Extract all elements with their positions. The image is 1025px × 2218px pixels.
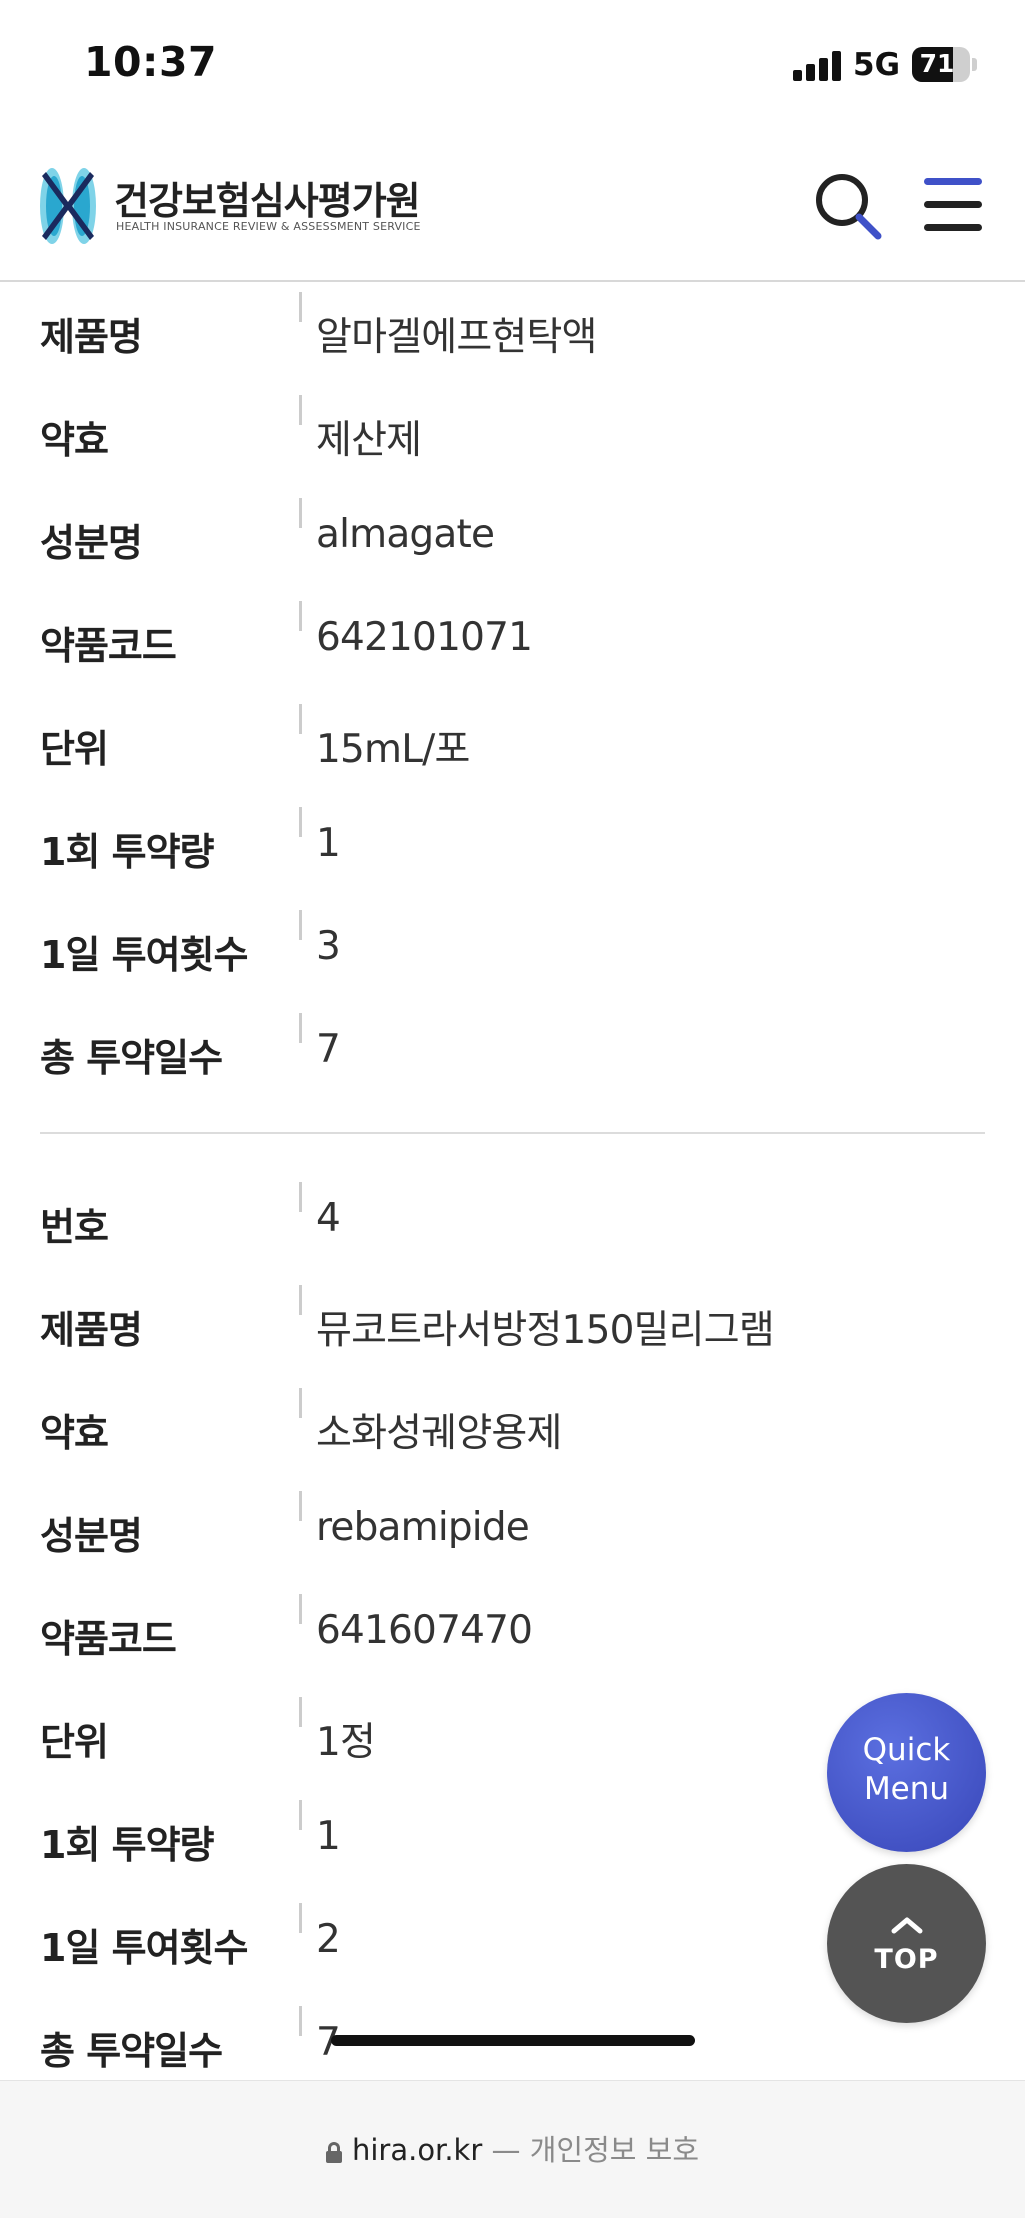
- row-label: 성분명: [40, 1514, 143, 1558]
- logo-english-text: HEALTH INSURANCE REVIEW & ASSESSMENT SER…: [116, 220, 421, 233]
- hira-logo-icon: [40, 168, 96, 244]
- row-label: 단위: [40, 727, 109, 771]
- detail-row: 1일 투여횟수 3: [0, 902, 1025, 1005]
- row-value: almagate: [316, 512, 495, 557]
- row-separator: [299, 1491, 302, 1521]
- row-separator: [299, 1013, 302, 1043]
- detail-row: 성분명 almagate: [0, 490, 1025, 593]
- menu-button[interactable]: [918, 172, 988, 238]
- row-separator: [299, 2006, 302, 2036]
- search-icon: [816, 174, 882, 240]
- url-row[interactable]: hira.or.kr — 개인정보 보호: [0, 2127, 1025, 2169]
- row-label: 번호: [40, 1205, 109, 1249]
- row-separator: [299, 1697, 302, 1727]
- row-separator: [299, 1594, 302, 1624]
- row-value: 15mL/포: [316, 727, 470, 772]
- row-label: 제품명: [40, 1308, 143, 1352]
- row-label: 약효: [40, 1411, 109, 1455]
- row-separator: [299, 601, 302, 631]
- scroll-to-top-button[interactable]: TOP: [827, 1864, 986, 2023]
- row-value: 642101071: [316, 615, 533, 660]
- row-separator: [299, 910, 302, 940]
- hira-logo[interactable]: 건강보험심사평가원 HEALTH INSURANCE REVIEW & ASSE…: [38, 158, 421, 254]
- row-label: 제품명: [40, 315, 143, 359]
- top-label: TOP: [874, 1944, 939, 1975]
- quick-menu-label-line1: Quick: [862, 1732, 951, 1768]
- screen: 10:37 5G 71 건강보험심사평가원 HEALTH INSURANCE R…: [0, 0, 1025, 2218]
- row-label: 1일 투여횟수: [40, 1926, 248, 1970]
- row-label: 1일 투여횟수: [40, 933, 248, 977]
- battery-percent: 71: [919, 49, 955, 78]
- detail-row: 1회 투약량 1: [0, 799, 1025, 902]
- row-label: 1회 투약량: [40, 830, 215, 874]
- status-time: 10:37: [84, 38, 218, 86]
- url-domain: hira.or.kr: [351, 2133, 483, 2167]
- row-label: 단위: [40, 1720, 109, 1764]
- row-value: 뮤코트라서방정150밀리그램: [316, 1308, 775, 1353]
- site-header: 건강보험심사평가원 HEALTH INSURANCE REVIEW & ASSE…: [0, 130, 1025, 282]
- status-bar: 10:37 5G 71: [0, 0, 1025, 130]
- lock-icon: [325, 2142, 342, 2163]
- row-value: 2: [316, 1917, 341, 1962]
- row-label: 1회 투약량: [40, 1823, 215, 1867]
- detail-row: 제품명 뮤코트라서방정150밀리그램: [0, 1277, 1025, 1380]
- row-value: 제산제: [316, 418, 422, 463]
- detail-row: 제품명 알마겔에프현탁액: [0, 284, 1025, 387]
- row-value: 1: [316, 821, 341, 866]
- row-value: 3: [316, 924, 341, 969]
- search-button[interactable]: [812, 170, 884, 242]
- quick-menu-button[interactable]: Quick Menu: [827, 1693, 986, 1852]
- privacy-label: — 개인정보 보호: [491, 2133, 700, 2167]
- row-label: 총 투약일수: [40, 2029, 223, 2073]
- row-label: 약효: [40, 418, 109, 462]
- drug-group: 제품명 알마겔에프현탁액 약효 제산제 성분명 almagate 약품코드 642101…: [0, 284, 1025, 1108]
- row-value: 4: [316, 1196, 341, 1241]
- chevron-up-icon: [891, 1917, 923, 1934]
- row-label: 약품코드: [40, 1617, 177, 1661]
- detail-row: 약효 소화성궤양용제: [0, 1380, 1025, 1483]
- detail-row: 성분명 rebamipide: [0, 1483, 1025, 1586]
- detail-row: 약품코드 641607470: [0, 1586, 1025, 1689]
- hamburger-menu-icon: [924, 178, 982, 231]
- row-separator: [299, 807, 302, 837]
- row-label: 약품코드: [40, 624, 177, 668]
- detail-row: 약품코드 642101071: [0, 593, 1025, 696]
- row-label: 성분명: [40, 521, 143, 565]
- row-separator: [299, 292, 302, 322]
- row-separator: [299, 1285, 302, 1315]
- browser-address-bar[interactable]: hira.or.kr — 개인정보 보호: [0, 2080, 1025, 2218]
- network-type: 5G: [853, 47, 901, 83]
- row-separator: [299, 1182, 302, 1212]
- logo-korean-text: 건강보험심사평가원: [114, 179, 421, 223]
- row-separator: [299, 498, 302, 528]
- row-separator: [299, 704, 302, 734]
- row-value: 1정: [316, 1720, 376, 1765]
- row-label: 총 투약일수: [40, 1036, 223, 1080]
- battery-cap: [972, 58, 977, 71]
- row-value: 641607470: [316, 1608, 533, 1653]
- group-divider: [0, 1108, 1025, 1174]
- row-separator: [299, 1800, 302, 1830]
- quick-menu-label-line2: Menu: [863, 1771, 950, 1807]
- cellular-signal-icon: [793, 51, 841, 81]
- row-value: 알마겔에프현탁액: [316, 315, 597, 360]
- row-separator: [299, 1903, 302, 1933]
- row-separator: [299, 1388, 302, 1418]
- home-indicator: [331, 2035, 695, 2046]
- detail-row: 총 투약일수 7: [0, 1005, 1025, 1108]
- row-value: rebamipide: [316, 1505, 530, 1550]
- row-value: 소화성궤양용제: [316, 1411, 562, 1456]
- row-separator: [299, 395, 302, 425]
- row-value: 7: [316, 1027, 341, 1072]
- battery-icon: 71: [912, 47, 970, 82]
- row-value: 1: [316, 1814, 341, 1859]
- detail-row: 약효 제산제: [0, 387, 1025, 490]
- detail-row: 번호 4: [0, 1174, 1025, 1277]
- detail-row: 단위 15mL/포: [0, 696, 1025, 799]
